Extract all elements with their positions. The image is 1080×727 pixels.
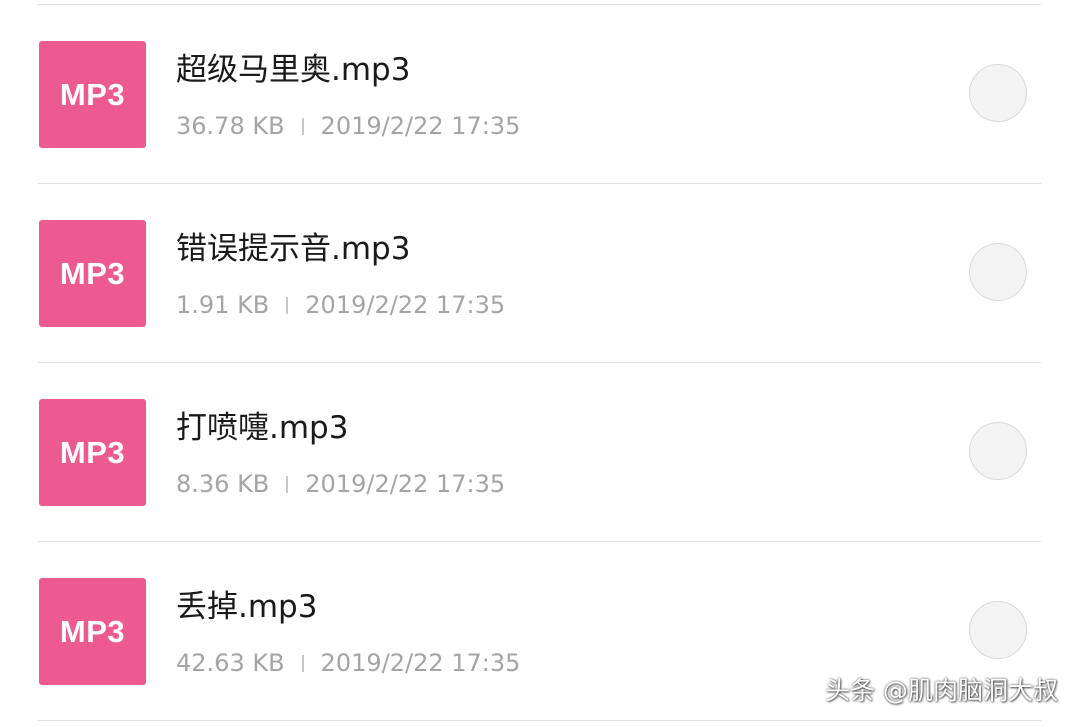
watermark: 头条 @肌肉脑洞大叔: [825, 676, 1058, 705]
file-list: MP3 超级马里奥.mp3 36.78 KB 2019/2/22 17:35 M…: [0, 0, 1080, 727]
file-date: 2019/2/22 17:35: [305, 470, 506, 498]
mp3-file-icon: MP3: [39, 399, 146, 506]
file-type-label: MP3: [59, 434, 126, 470]
file-meta: 42.63 KB 2019/2/22 17:35: [176, 651, 520, 675]
mp3-file-icon: MP3: [39, 41, 146, 148]
file-size: 42.63 KB: [176, 649, 285, 677]
file-row-sneeze[interactable]: MP3 打喷嚏.mp3 8.36 KB 2019/2/22 17:35: [0, 363, 1080, 542]
file-meta: 8.36 KB 2019/2/22 17:35: [176, 472, 505, 496]
file-name: 超级马里奥.mp3: [176, 52, 411, 88]
file-date: 2019/2/22 17:35: [320, 112, 521, 140]
mp3-file-icon: MP3: [39, 578, 146, 685]
file-size: 36.78 KB: [176, 112, 285, 140]
file-row-super-mario[interactable]: MP3 超级马里奥.mp3 36.78 KB 2019/2/22 17:35: [0, 5, 1080, 184]
file-size: 1.91 KB: [176, 291, 270, 319]
mp3-file-icon: MP3: [39, 220, 146, 327]
file-name: 打喷嚏.mp3: [176, 410, 349, 446]
meta-separator: [286, 296, 289, 314]
file-meta: 36.78 KB 2019/2/22 17:35: [176, 114, 520, 138]
file-type-label: MP3: [59, 613, 126, 649]
file-name: 丢掉.mp3: [176, 589, 318, 625]
meta-separator: [301, 117, 304, 135]
meta-separator: [301, 654, 304, 672]
file-size: 8.36 KB: [176, 470, 270, 498]
file-date: 2019/2/22 17:35: [305, 291, 506, 319]
file-name: 错误提示音.mp3: [176, 231, 411, 267]
file-type-label: MP3: [59, 76, 126, 112]
file-type-label: MP3: [59, 255, 126, 291]
file-row-error-sound[interactable]: MP3 错误提示音.mp3 1.91 KB 2019/2/22 17:35: [0, 184, 1080, 363]
list-divider: [38, 720, 1041, 721]
select-checkbox[interactable]: [969, 422, 1027, 480]
file-date: 2019/2/22 17:35: [320, 649, 521, 677]
select-checkbox[interactable]: [969, 601, 1027, 659]
file-meta: 1.91 KB 2019/2/22 17:35: [176, 293, 505, 317]
select-checkbox[interactable]: [969, 243, 1027, 301]
select-checkbox[interactable]: [969, 64, 1027, 122]
meta-separator: [286, 475, 289, 493]
